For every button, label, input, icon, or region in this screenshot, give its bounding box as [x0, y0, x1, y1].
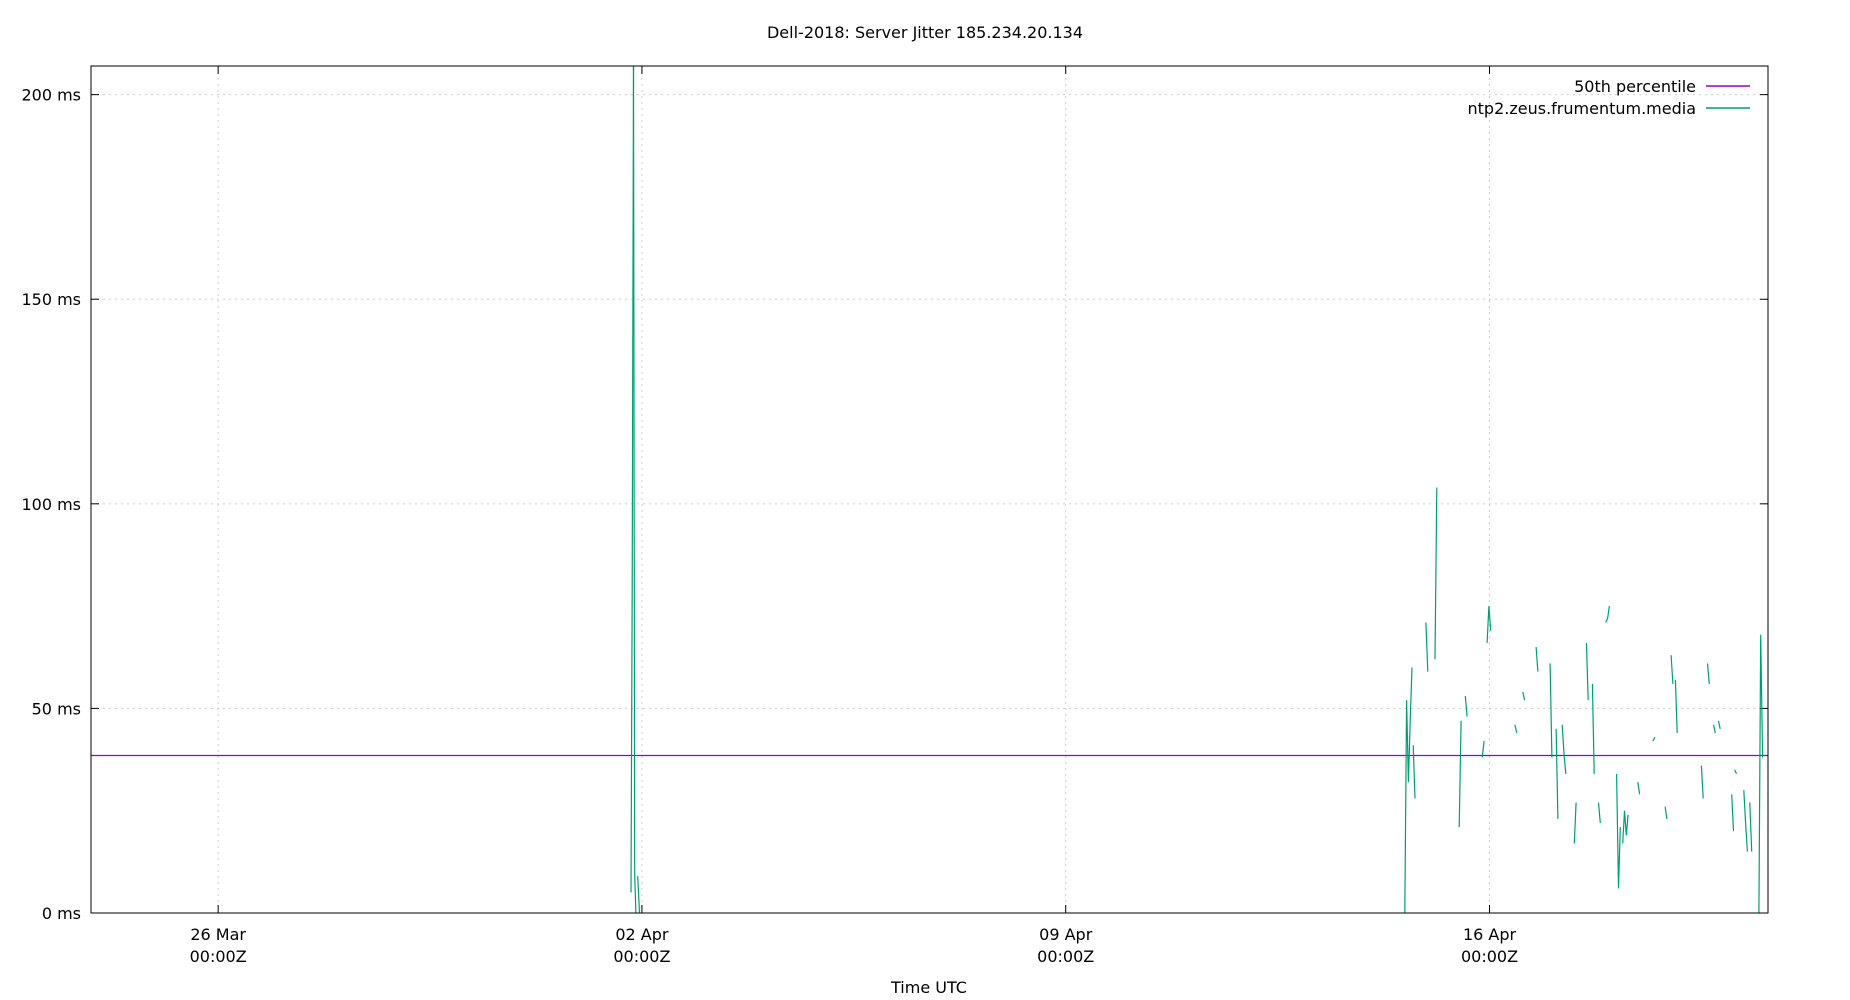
y-tick-label: 150 ms: [21, 290, 81, 309]
y-tick-label: 0 ms: [42, 904, 81, 923]
legend-label: 50th percentile: [1574, 77, 1696, 96]
x-tick-label-date: 26 Mar: [190, 925, 246, 944]
x-tick-label-time: 00:00Z: [613, 947, 670, 966]
y-tick-label: 200 ms: [21, 86, 81, 105]
y-tick-label: 100 ms: [21, 495, 81, 514]
chart-background: [0, 0, 1850, 1000]
x-tick-label-date: 16 Apr: [1463, 925, 1517, 944]
x-tick-label-time: 00:00Z: [1461, 947, 1518, 966]
jitter-chart: Dell-2018: Server Jitter 185.234.20.134 …: [0, 0, 1850, 1000]
x-tick-label-time: 00:00Z: [190, 947, 247, 966]
x-tick-label-date: 09 Apr: [1039, 925, 1093, 944]
x-tick-label-date: 02 Apr: [615, 925, 669, 944]
y-tick-label: 50 ms: [32, 699, 81, 718]
x-axis-label: Time UTC: [890, 978, 967, 997]
legend-label: ntp2.zeus.frumentum.media: [1468, 99, 1696, 118]
x-tick-label-time: 00:00Z: [1037, 947, 1094, 966]
chart-title: Dell-2018: Server Jitter 185.234.20.134: [767, 23, 1083, 42]
